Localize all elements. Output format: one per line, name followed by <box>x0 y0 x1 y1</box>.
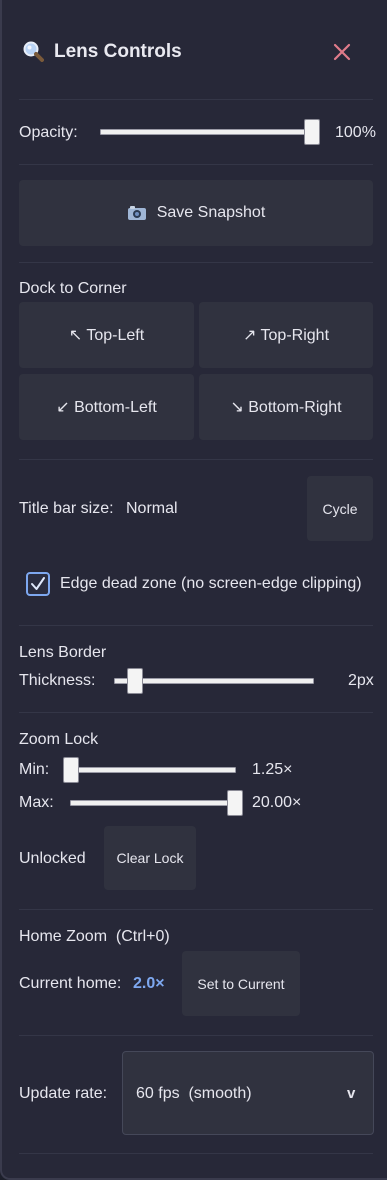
camera-icon <box>127 205 147 221</box>
save-snapshot-button[interactable]: Save Snapshot <box>19 180 373 246</box>
header: Lens Controls <box>2 0 387 100</box>
divider <box>19 712 373 713</box>
cycle-button[interactable]: Cycle <box>307 476 373 541</box>
panel-title: Lens Controls <box>54 41 182 62</box>
clear-lock-button[interactable]: Clear Lock <box>104 826 196 890</box>
thickness-label: Thickness: <box>19 672 96 689</box>
divider <box>19 99 373 100</box>
zoom-min-value: 1.25× <box>252 761 293 778</box>
divider <box>19 625 373 626</box>
zoom-max-slider-track[interactable] <box>70 800 242 806</box>
current-home-value: 2.0× <box>133 975 165 992</box>
set-to-current-button[interactable]: Set to Current <box>182 951 300 1016</box>
titlebar-size-value: Normal <box>126 500 178 517</box>
dock-bottom-left-button[interactable]: ↙ Bottom-Left <box>19 374 194 440</box>
divider <box>19 1153 373 1154</box>
close-icon[interactable] <box>332 42 352 62</box>
opacity-slider-thumb[interactable] <box>304 119 320 145</box>
opacity-slider-track[interactable] <box>100 129 320 135</box>
zoom-min-slider-track[interactable] <box>64 767 236 773</box>
titlebar-size-label: Title bar size: <box>19 500 114 517</box>
checkmark-icon <box>31 577 45 590</box>
cycle-label: Cycle <box>322 500 358 517</box>
clear-lock-label: Clear Lock <box>116 850 184 866</box>
divider <box>19 164 373 165</box>
current-home-label: Current home: <box>19 975 122 992</box>
dock-top-right-label: ↗ Top-Right <box>242 327 330 344</box>
divider <box>19 1035 373 1036</box>
thickness-value: 2px <box>348 672 374 689</box>
edge-dead-zone-label[interactable]: Edge dead zone (no screen-edge clipping) <box>60 575 362 593</box>
zoom-min-slider-thumb[interactable] <box>63 757 79 783</box>
set-to-current-label: Set to Current <box>197 975 285 992</box>
divider <box>19 459 373 460</box>
update-rate-select[interactable]: 60 fps (smooth) v <box>122 1051 374 1135</box>
save-snapshot-label: Save Snapshot <box>156 204 266 221</box>
dock-bottom-right-label: ↘ Bottom-Right <box>230 399 342 416</box>
home-zoom-heading: Home Zoom (Ctrl+0) <box>19 928 170 945</box>
dock-top-left-button[interactable]: ↖ Top-Left <box>19 302 194 368</box>
thickness-slider-track[interactable] <box>114 678 314 684</box>
lens-controls-panel: Lens Controls Opacity: 100% Save Snapsho… <box>0 0 387 1180</box>
update-rate-selected: 60 fps (smooth) <box>136 1085 252 1102</box>
edge-dead-zone-checkbox[interactable] <box>26 572 50 596</box>
divider <box>19 909 373 910</box>
dock-bottom-left-label: ↙ Bottom-Left <box>56 399 157 416</box>
lens-border-heading: Lens Border <box>19 644 107 661</box>
opacity-label: Opacity: <box>19 124 78 141</box>
divider <box>19 262 373 263</box>
chevron-down-icon: v <box>347 1085 356 1102</box>
magnifier-icon <box>22 40 44 62</box>
zoom-max-slider-thumb[interactable] <box>227 790 243 816</box>
thickness-slider-thumb[interactable] <box>127 668 143 694</box>
dock-top-right-button[interactable]: ↗ Top-Right <box>199 302 373 368</box>
zoom-lock-status: Unlocked <box>19 850 86 867</box>
dock-heading: Dock to Corner <box>19 280 127 297</box>
zoom-lock-heading: Zoom Lock <box>19 731 99 748</box>
zoom-max-label: Max: <box>19 794 54 811</box>
dock-bottom-right-button[interactable]: ↘ Bottom-Right <box>199 374 373 440</box>
zoom-min-label: Min: <box>19 761 50 778</box>
zoom-max-value: 20.00× <box>252 794 302 811</box>
dock-top-left-label: ↖ Top-Left <box>68 327 145 344</box>
update-rate-label: Update rate: <box>19 1085 108 1102</box>
opacity-value: 100% <box>335 124 376 141</box>
